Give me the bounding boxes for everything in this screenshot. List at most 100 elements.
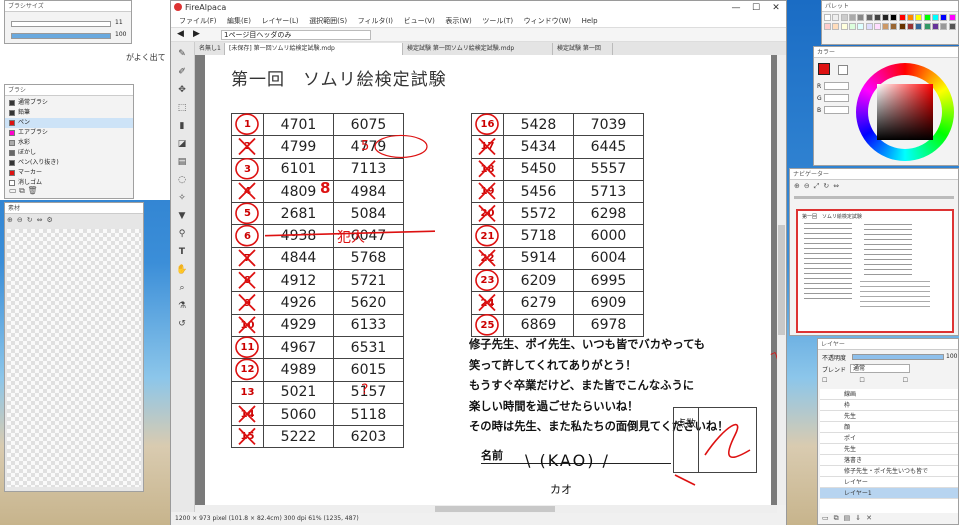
- lasso-tool-icon[interactable]: ◌: [175, 174, 189, 186]
- brush-item-active[interactable]: ペン: [5, 118, 133, 128]
- navigator-slider[interactable]: [794, 196, 954, 199]
- palette-swatch[interactable]: [832, 23, 840, 30]
- brush-size-value[interactable]: 11: [115, 19, 123, 26]
- brush-item[interactable]: 水彩: [5, 138, 133, 148]
- menu-filter[interactable]: フィルタ(I): [358, 15, 393, 28]
- zoom-tool-icon[interactable]: ⌕: [175, 282, 189, 294]
- palette-swatch[interactable]: [873, 23, 881, 30]
- menu-edit[interactable]: 編集(E): [227, 15, 251, 28]
- palette-swatch[interactable]: [948, 14, 956, 21]
- palette-swatch[interactable]: [948, 23, 956, 30]
- zoom-out-icon[interactable]: ⊖: [17, 216, 27, 224]
- rotate-tool-icon[interactable]: ↺: [175, 318, 189, 330]
- delete-brush-icon[interactable]: 🗑: [27, 186, 37, 195]
- palette-swatch[interactable]: [940, 14, 948, 21]
- protect-alpha-checkbox[interactable]: ☐: [822, 377, 827, 384]
- palette-swatch[interactable]: [848, 14, 856, 21]
- lock-checkbox[interactable]: ☐: [903, 377, 908, 384]
- layer-row[interactable]: レイヤー1: [820, 488, 958, 499]
- clipping-checkbox[interactable]: ☐: [859, 377, 864, 384]
- menu-file[interactable]: ファイル(F): [179, 15, 217, 28]
- brush-item[interactable]: ぼかし: [5, 148, 133, 158]
- palette-swatch[interactable]: [840, 14, 848, 21]
- rgb-r-field[interactable]: [824, 82, 849, 90]
- tab-doc-2[interactable]: [未保存] 第一回ソムリ絵検定試験.mdp: [225, 43, 403, 55]
- menu-select[interactable]: 選択範囲(S): [309, 15, 347, 28]
- palette-swatch[interactable]: [923, 23, 931, 30]
- opacity-slider[interactable]: [852, 354, 944, 360]
- rgb-b-field[interactable]: [824, 106, 849, 114]
- nav-zoom-in-icon[interactable]: ⊕: [794, 182, 804, 190]
- settings-icon[interactable]: ⚙: [47, 216, 57, 224]
- palette-swatch[interactable]: [873, 14, 881, 21]
- merge-icon[interactable]: ⇓: [855, 514, 866, 522]
- brush-item[interactable]: ペン(入り抜き): [5, 158, 133, 168]
- nav-zoom-out-icon[interactable]: ⊖: [804, 182, 814, 190]
- palette-swatch[interactable]: [890, 23, 898, 30]
- palette-swatch[interactable]: [915, 23, 923, 30]
- palette-swatch[interactable]: [931, 14, 939, 21]
- magic-wand-icon[interactable]: ✧: [175, 192, 189, 204]
- zoom-in-icon[interactable]: ⊕: [7, 216, 17, 224]
- nav-rotate-icon[interactable]: ↻: [823, 182, 833, 190]
- new-layer-icon[interactable]: ▭: [822, 514, 834, 522]
- palette-swatch[interactable]: [824, 14, 831, 21]
- layer-row[interactable]: 枠: [820, 400, 958, 411]
- gradient-tool-icon[interactable]: ▤: [175, 156, 189, 168]
- brush-size-slider[interactable]: [11, 21, 111, 27]
- pen-tool-icon[interactable]: ✎: [175, 48, 189, 60]
- palette-swatch[interactable]: [865, 14, 873, 21]
- flip-icon[interactable]: ⇔: [37, 216, 47, 224]
- layer-row[interactable]: 落書き: [820, 455, 958, 466]
- navigator-preview[interactable]: 第一回 ソムリ絵検定試験: [796, 209, 954, 333]
- brush-opacity-slider[interactable]: [11, 33, 111, 39]
- brush-item[interactable]: 通常ブラシ: [5, 98, 133, 108]
- palette-swatch[interactable]: [898, 14, 906, 21]
- tab-doc-3[interactable]: 検定試験 第一回ソムリ絵検定試験.mdp: [403, 43, 553, 55]
- layer-row[interactable]: 先生: [820, 444, 958, 455]
- hand-tool-icon[interactable]: ✋: [175, 264, 189, 276]
- menu-tools[interactable]: ツール(T): [482, 15, 513, 28]
- brush-item[interactable]: マーカー: [5, 168, 133, 178]
- vertical-scroll-thumb[interactable]: [778, 225, 785, 335]
- color-wheel[interactable]: [856, 63, 954, 161]
- palette-swatch[interactable]: [907, 14, 914, 21]
- palette-swatch[interactable]: [907, 23, 914, 30]
- horizontal-scrollbar[interactable]: [195, 505, 777, 513]
- palette-swatch[interactable]: [857, 14, 865, 21]
- vertical-scrollbar[interactable]: [777, 55, 786, 505]
- brush-item[interactable]: エアブラシ: [5, 128, 133, 138]
- layer-row[interactable]: 先生: [820, 411, 958, 422]
- nav-flip-icon[interactable]: ⇔: [833, 182, 843, 190]
- menu-view[interactable]: ビュー(V): [404, 15, 435, 28]
- palette-swatch[interactable]: [940, 23, 948, 30]
- command-input[interactable]: 1ページ目ヘッダのみ: [221, 30, 371, 40]
- brush-opacity-value[interactable]: 100: [115, 31, 126, 38]
- minimize-icon[interactable]: —: [726, 1, 746, 15]
- palette-swatch[interactable]: [882, 14, 890, 21]
- document-canvas[interactable]: 第一回 ソムリ絵検定試験 1 4701 6075 2 4799 4779 3 6101 7113…: [205, 55, 771, 505]
- move-tool-icon[interactable]: ✥: [175, 84, 189, 96]
- fill-tool-icon[interactable]: ◪: [175, 138, 189, 150]
- secondary-color-swatch[interactable]: [838, 65, 848, 75]
- new-brush-icon[interactable]: ▭: [9, 186, 17, 195]
- copy-brush-icon[interactable]: ⧉: [19, 186, 25, 195]
- rgb-g-field[interactable]: [824, 94, 849, 102]
- menu-help[interactable]: Help: [582, 15, 598, 28]
- duplicate-layer-icon[interactable]: ⧉: [834, 514, 844, 522]
- palette-swatch[interactable]: [832, 14, 840, 21]
- menu-window[interactable]: ウィンドウ(W): [524, 15, 571, 28]
- horizontal-scroll-thumb[interactable]: [435, 506, 555, 512]
- back-icon[interactable]: ◀: [177, 29, 184, 39]
- nav-fit-icon[interactable]: ⤢: [814, 182, 824, 190]
- palette-swatch[interactable]: [931, 23, 939, 30]
- tab-doc-1[interactable]: 名無し1: [195, 43, 225, 55]
- bucket-icon[interactable]: ▼: [175, 210, 189, 222]
- palette-swatch[interactable]: [840, 23, 848, 30]
- layer-row[interactable]: 修子先生・ポイ先生いつも皆で: [820, 466, 958, 477]
- layer-row[interactable]: 線画: [820, 389, 958, 400]
- layer-row[interactable]: レイヤー: [820, 477, 958, 488]
- rotate-icon[interactable]: ↻: [27, 216, 37, 224]
- maximize-icon[interactable]: ☐: [746, 1, 766, 15]
- blend-select[interactable]: 通常: [850, 364, 910, 373]
